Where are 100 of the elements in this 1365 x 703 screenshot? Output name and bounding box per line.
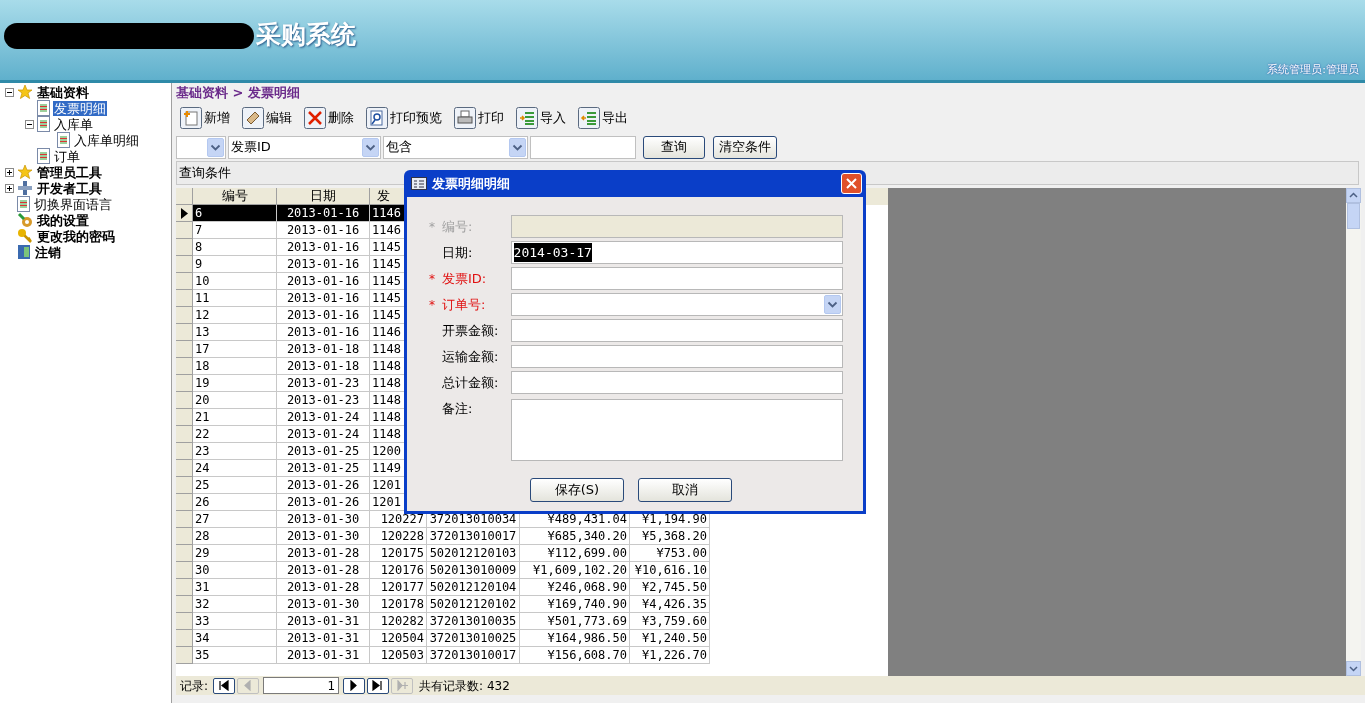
field-label: 备注: [441, 400, 474, 418]
table-cell: 33 [195, 614, 210, 628]
table-cell: 7 [195, 223, 203, 237]
required-mark: * [429, 219, 435, 234]
table-cell: 1201 [372, 478, 401, 492]
tree-item[interactable]: 管理员工具 [36, 164, 103, 180]
toolbar-button[interactable]: 打印 [454, 105, 504, 131]
row-header[interactable] [176, 205, 193, 222]
close-button[interactable] [841, 173, 862, 194]
table-cell: 2013-01-24 [286, 410, 360, 424]
table-cell: ¥112,699.00 [547, 546, 627, 560]
tree-item[interactable]: 开发者工具 [36, 180, 103, 196]
door-icon [17, 244, 31, 260]
tree-item[interactable]: 发票明细 [53, 100, 107, 116]
input-field[interactable] [510, 267, 843, 290]
tree-item[interactable]: 订单 [53, 148, 81, 164]
input-field[interactable] [510, 345, 843, 368]
table-cell: 2013-01-16 [286, 223, 360, 237]
next-button[interactable] [343, 677, 366, 694]
search-field[interactable] [530, 135, 636, 159]
table-cell: 28 [195, 529, 210, 543]
dialog-button[interactable]: 保存(S) [530, 478, 624, 502]
input-field[interactable]: 2014-03-17 [510, 241, 843, 264]
scroll-thumb[interactable] [1347, 203, 1360, 229]
tree-item[interactable]: 入库单明细 [73, 132, 140, 148]
table-cell: ¥489,431.04 [547, 512, 627, 526]
table-cell: 1200 [372, 444, 401, 458]
dialog-title: 发票明细明细 [432, 174, 510, 193]
filter-button[interactable]: 查询 [643, 135, 705, 159]
table-cell: 502012120103 [429, 546, 517, 560]
minus-icon[interactable] [25, 119, 34, 129]
required-mark: * [429, 297, 435, 312]
table-cell: 1146 [372, 206, 401, 220]
scroll-down-icon[interactable] [1346, 661, 1361, 676]
notes-field[interactable] [510, 399, 843, 461]
app-title: 采购系统 [256, 19, 356, 52]
input-field[interactable] [510, 371, 843, 394]
scroll-up-icon[interactable] [1346, 188, 1361, 203]
toolbar-button[interactable]: 导出 [578, 105, 628, 131]
document-icon [37, 100, 50, 116]
last-button[interactable] [367, 677, 390, 694]
table-cell: 120503 [380, 648, 424, 662]
toolbar-button[interactable]: 编辑 [242, 105, 292, 131]
scrollbar[interactable] [1346, 188, 1361, 676]
table-cell: ¥10,616.10 [634, 563, 707, 577]
table-cell: 1145 [372, 291, 401, 305]
filter-select[interactable]: 包含 [383, 135, 528, 159]
table-cell: 372013010035 [429, 614, 517, 628]
filter-select[interactable] [176, 135, 226, 159]
table-cell: 120176 [380, 563, 424, 577]
tree-item[interactable]: 基础资料 [36, 84, 90, 100]
page-number-field[interactable]: 1 [263, 677, 340, 694]
plus-icon[interactable] [5, 183, 14, 193]
star-icon [17, 84, 33, 100]
tree-item[interactable]: 切换界面语言 [33, 196, 113, 212]
row-pointer-icon [180, 207, 188, 219]
minus-icon[interactable] [5, 87, 14, 97]
tree-item[interactable]: 我的设置 [36, 212, 90, 228]
table-cell: 23 [195, 444, 210, 458]
table-cell: 1146 [372, 325, 401, 339]
toolbar-button[interactable]: 删除 [304, 105, 354, 131]
order-number-select[interactable] [510, 293, 843, 316]
table-cell: 2013-01-28 [286, 580, 360, 594]
table-cell: 20 [195, 393, 210, 407]
field-label: 发票ID: [441, 269, 488, 288]
toolbar-button[interactable]: 新增 [180, 105, 230, 131]
plus-icon[interactable] [5, 167, 14, 177]
table-cell: 2013-01-16 [286, 240, 360, 254]
table-cell: 2013-01-31 [286, 614, 360, 628]
table-cell: ¥1,609,102.20 [533, 563, 627, 577]
table-cell: 2013-01-18 [286, 342, 360, 356]
table-cell: 1148 [372, 427, 401, 441]
toolbar-button[interactable]: 导入 [516, 105, 566, 131]
first-button[interactable] [213, 677, 236, 694]
toolbar-button[interactable]: 打印预览 [366, 105, 442, 131]
filter-button[interactable]: 清空条件 [713, 135, 777, 159]
last-page-icon [372, 680, 385, 691]
table-cell: ¥1,194.90 [641, 512, 707, 526]
tree-item[interactable]: 入库单 [53, 116, 94, 132]
table-cell: 11 [195, 291, 210, 305]
tree-item[interactable]: 更改我的密码 [36, 228, 116, 244]
table-cell: 120175 [380, 546, 424, 560]
edit-icon [242, 107, 264, 129]
field-label: 开票金额: [441, 321, 500, 340]
table-cell: ¥685,340.20 [547, 529, 627, 543]
table-cell: 2013-01-23 [286, 376, 360, 390]
table-cell: ¥4,426.35 [641, 597, 707, 611]
dialog-button[interactable]: 取消 [638, 478, 732, 502]
input-field[interactable] [510, 319, 843, 342]
table-cell: 2013-01-16 [286, 308, 360, 322]
export-icon [578, 107, 600, 129]
table-cell: 9 [195, 257, 203, 271]
tree-item[interactable]: 注销 [34, 244, 62, 260]
table-cell: 2013-01-30 [286, 512, 360, 526]
table-cell: 13 [195, 325, 210, 339]
table-cell: 1148 [372, 410, 401, 424]
table-cell: 1148 [372, 359, 401, 373]
filter-select[interactable]: 发票ID [228, 135, 381, 159]
table-cell: 21 [195, 410, 210, 424]
required-mark: * [429, 271, 435, 286]
